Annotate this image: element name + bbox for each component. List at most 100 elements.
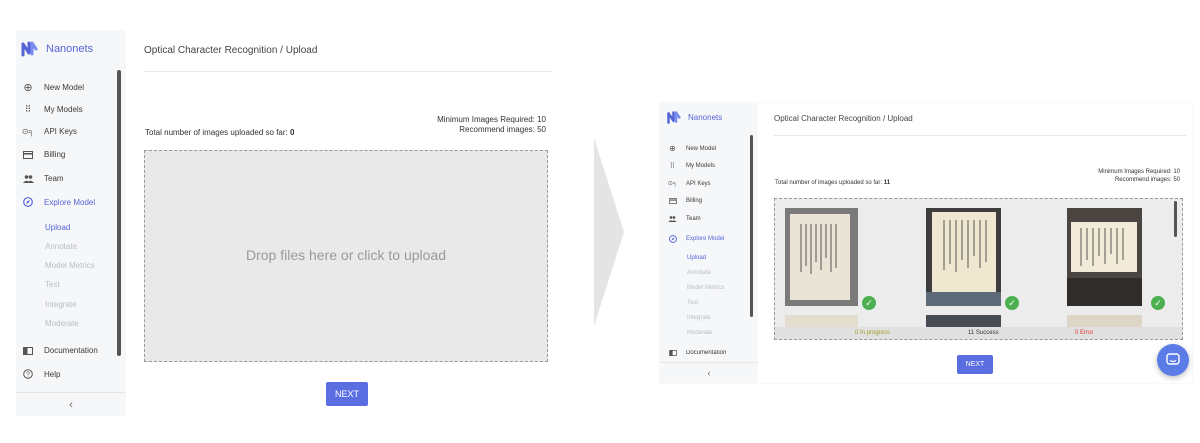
sidebar-subitem-integrate[interactable]: Integrate <box>687 315 711 321</box>
sidebar-item-explore-model[interactable]: Explore Model <box>668 235 724 243</box>
right-sidebar: Nanonets ⊕ New Model ⠿ My Models ⊙╕ API … <box>660 103 758 383</box>
sidebar-collapse-button[interactable]: ‹ <box>660 362 758 383</box>
brand-logo-row[interactable]: Nanonets <box>666 110 722 125</box>
card-icon <box>668 198 677 204</box>
sidebar-item-my-models[interactable]: ⠿ My Models <box>668 162 715 170</box>
sidebar-subitem-upload[interactable]: Upload <box>687 255 706 261</box>
nanonets-logo-icon <box>667 111 681 124</box>
sidebar-item-api-keys[interactable]: ⊙╕ API Keys <box>667 180 711 188</box>
upload-count: Total number of images uploaded so far: … <box>145 128 294 137</box>
sidebar-item-label: Billing <box>686 198 703 204</box>
upload-count-label: Total number of images uploaded so far: <box>775 180 883 186</box>
sidebar-item-label: API Keys <box>44 127 77 136</box>
people-icon <box>668 216 677 222</box>
sidebar-item-new-model[interactable]: ⊕ New Model <box>22 81 84 94</box>
header-divider <box>774 135 1186 136</box>
sidebar-item-documentation[interactable]: Documentation <box>668 350 726 356</box>
left-screen: Nanonets ⊕ New Model ⠿ My Models ⊙╕ API … <box>16 30 576 420</box>
sidebar-subitem-moderate[interactable]: Moderate <box>45 319 79 328</box>
sidebar-item-billing[interactable]: Billing <box>22 150 65 159</box>
sidebar-item-documentation[interactable]: Documentation <box>22 346 98 355</box>
sidebar-item-label: Billing <box>44 150 66 159</box>
brand-logo-row[interactable]: Nanonets <box>20 40 93 58</box>
sidebar-item-label: API Keys <box>686 180 711 187</box>
upload-count-value: 0 <box>289 128 295 137</box>
chat-support-button[interactable] <box>1157 344 1189 376</box>
sidebar-item-label: My Models <box>44 105 83 114</box>
card-icon <box>22 150 34 159</box>
upload-count-label: Total number of images uploaded so far: <box>145 128 288 137</box>
right-screen: Nanonets ⊕ New Model ⠿ My Models ⊙╕ API … <box>660 103 1192 383</box>
status-in-progress: 0 In progress <box>855 330 891 336</box>
plus-circle-icon: ⊕ <box>23 82 33 94</box>
brand-name: Nanonets <box>46 43 94 55</box>
key-icon: ⊙╕ <box>667 181 678 187</box>
desk-surface-image <box>1067 278 1142 306</box>
upload-gallery[interactable]: ✓ ✓ ✓ 0 In progress 11 Success 0 Error <box>774 198 1183 340</box>
sidebar-item-label: Help <box>44 369 61 379</box>
sidebar-subitem-annotate[interactable]: Annotate <box>45 242 77 251</box>
grid-icon: ⠿ <box>669 163 676 170</box>
next-button[interactable]: NEXT <box>326 382 368 406</box>
sidebar-item-billing[interactable]: Billing <box>668 198 702 204</box>
sidebar-item-team[interactable]: Team <box>22 174 64 183</box>
sidebar-item-help[interactable]: ? Help <box>22 369 60 379</box>
upload-status-bar: 0 In progress 11 Success 0 Error <box>775 327 1182 339</box>
uploaded-image-thumbnail[interactable] <box>926 208 1001 306</box>
text-lines-image <box>943 220 987 272</box>
sidebar-item-api-keys[interactable]: ⊙╕ API Keys <box>22 127 77 136</box>
sidebar-item-my-models[interactable]: ⠿ My Models <box>22 104 83 115</box>
min-images-required: Minimum Images Required: 10 <box>1098 169 1180 175</box>
sidebar-item-team[interactable]: Team <box>668 216 701 222</box>
text-lines-image <box>800 224 837 274</box>
sidebar-collapse-button[interactable]: ‹ <box>16 392 126 416</box>
compass-icon <box>668 235 677 243</box>
help-icon: ? <box>22 369 34 379</box>
success-check-icon: ✓ <box>862 296 876 310</box>
transition-arrow <box>594 138 624 326</box>
nanonets-logo-icon <box>21 41 38 57</box>
uploaded-image-thumbnail[interactable] <box>785 208 858 306</box>
sidebar-item-label: My Models <box>686 163 716 169</box>
upload-count: Total number of images uploaded so far: … <box>775 180 890 186</box>
image-requirements: Minimum Images Required: 10 Recommend im… <box>437 115 546 136</box>
sidebar-subitem-upload[interactable]: Upload <box>45 223 70 232</box>
sidebar-item-label: Explore Model <box>44 197 96 207</box>
laptop-edge-image <box>926 292 1001 306</box>
sidebar-item-new-model[interactable]: ⊕ New Model <box>668 144 716 153</box>
min-images-required: Minimum Images Required: 10 <box>437 115 546 124</box>
brand-name: Nanonets <box>688 113 723 122</box>
right-main: Optical Character Recognition / Upload T… <box>758 103 1192 383</box>
status-success: 11 Success <box>968 330 999 336</box>
sidebar-subitem-model-metrics[interactable]: Model Metrics <box>687 285 724 291</box>
sidebar-scrollbar[interactable] <box>750 135 753 317</box>
sidebar-subitem-moderate[interactable]: Moderate <box>687 330 712 336</box>
grid-icon: ⠿ <box>24 104 32 114</box>
sidebar-item-explore-model[interactable]: Explore Model <box>22 197 95 207</box>
upload-count-value: 11 <box>883 180 891 186</box>
sidebar-item-label: New Model <box>44 83 85 92</box>
upload-dropzone[interactable]: Drop files here or click to upload <box>144 150 548 362</box>
sidebar-item-label: Team <box>686 216 701 222</box>
compass-icon <box>22 197 34 207</box>
sidebar-item-label: New Model <box>686 145 717 152</box>
recommended-images: Recommend images: 50 <box>1114 176 1180 183</box>
success-check-icon: ✓ <box>1005 296 1019 310</box>
image-requirements: Minimum Images Required: 10 Recommend im… <box>1098 169 1180 185</box>
sidebar-subitem-annotate[interactable]: Annotate <box>687 270 711 276</box>
sidebar-subitem-integrate[interactable]: Integrate <box>45 300 77 309</box>
uploaded-image-thumbnail[interactable] <box>1067 208 1142 306</box>
sidebar-subitem-test[interactable]: Test <box>45 280 60 289</box>
gallery-scrollbar[interactable] <box>1174 201 1177 237</box>
sidebar-subitem-test[interactable]: Test <box>687 300 698 306</box>
success-check-icon: ✓ <box>1151 296 1165 310</box>
dropzone-text: Drop files here or click to upload <box>246 247 446 263</box>
sidebar-scrollbar[interactable] <box>117 70 121 356</box>
next-button[interactable]: NEXT <box>957 355 993 374</box>
left-sidebar: Nanonets ⊕ New Model ⠿ My Models ⊙╕ API … <box>16 30 126 416</box>
sidebar-item-label: Explore Model <box>686 236 725 242</box>
sidebar-subitem-model-metrics[interactable]: Model Metrics <box>45 261 95 270</box>
chat-icon <box>1166 353 1180 365</box>
sidebar-item-label: Team <box>44 174 64 183</box>
key-icon: ⊙╕ <box>21 127 35 136</box>
